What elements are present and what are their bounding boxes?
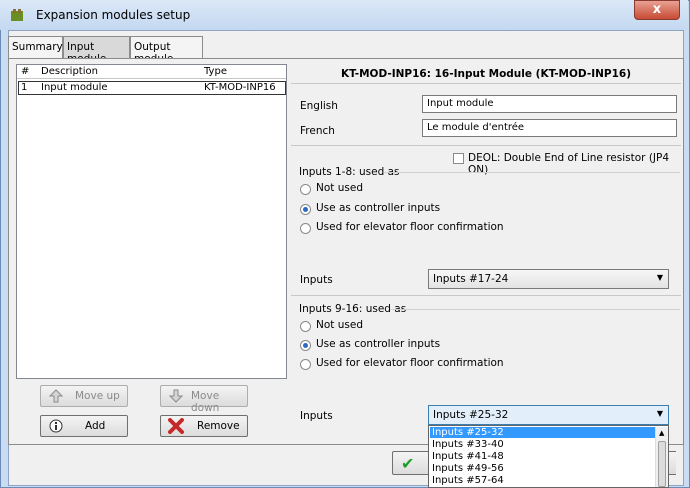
group2-line <box>390 309 680 310</box>
app-icon <box>11 9 23 21</box>
english-name-field[interactable]: Input module <box>422 95 677 113</box>
french-name-field[interactable]: Le module d'entrée <box>422 119 677 137</box>
group2-option-label: Use as controller inputs <box>316 338 441 350</box>
group2-option-label: Used for elevator floor confirmation <box>316 357 504 369</box>
row-description: Input module <box>41 82 108 93</box>
french-label: French <box>300 125 335 137</box>
scroll-thumb[interactable] <box>658 441 666 487</box>
group1-radio-not-used[interactable] <box>300 184 311 195</box>
chevron-down-icon: ▼ <box>656 409 663 418</box>
remove-label: Remove <box>197 420 240 432</box>
dropdown-option[interactable]: Inputs #49-56 <box>430 463 656 474</box>
group2-radio-elevator[interactable] <box>300 359 311 370</box>
info-icon <box>49 419 63 433</box>
group1-inputs-value: Inputs #17-24 <box>433 273 509 285</box>
move-down-button[interactable]: Move down <box>160 385 248 414</box>
checkmark-icon: ✔ <box>401 454 415 473</box>
group1-inputs-select[interactable]: Inputs #17-24 ▼ <box>428 269 669 289</box>
title-bar[interactable]: Expansion modules setup x <box>0 0 688 30</box>
tab-input-module[interactable]: Input module <box>63 36 130 65</box>
dropdown-option[interactable]: Inputs #57-64 <box>430 475 656 486</box>
row-type: KT-MOD-INP16 <box>204 82 276 93</box>
tab-summary[interactable]: Summary <box>8 36 63 58</box>
module-list[interactable]: # Description Type 1 Input module KT-MOD… <box>16 64 287 379</box>
add-button[interactable]: Add <box>40 415 128 437</box>
column-description[interactable]: Description <box>41 66 98 77</box>
tab-output-module[interactable]: Output module <box>130 36 203 65</box>
inputs-dropdown-list[interactable]: Inputs #25-32 Inputs #33-40 Inputs #41-4… <box>428 425 669 488</box>
remove-x-icon <box>168 418 184 434</box>
row-number: 1 <box>21 82 28 93</box>
group1-option-label: Not used <box>316 182 363 194</box>
move-up-label: Move up <box>75 390 120 402</box>
dropdown-option[interactable]: Inputs #25-32 <box>430 427 656 438</box>
add-label: Add <box>85 420 106 432</box>
ok-button[interactable]: ✔ <box>392 451 432 475</box>
dropdown-option[interactable]: Inputs #33-40 <box>430 439 656 450</box>
group1-radio-elevator[interactable] <box>300 223 311 234</box>
group2-inputs-value: Inputs #25-32 <box>433 409 509 421</box>
separator <box>291 295 681 296</box>
dropdown-scrollbar[interactable]: ▲ <box>655 427 668 487</box>
deol-checkbox[interactable] <box>453 153 464 164</box>
arrow-down-icon <box>169 389 183 403</box>
list-row[interactable]: 1 Input module KT-MOD-INP16 <box>18 81 286 95</box>
group1-option-label: Use as controller inputs <box>316 202 441 214</box>
group2-option-label: Not used <box>316 319 363 331</box>
arrow-up-icon <box>49 389 63 403</box>
column-type[interactable]: Type <box>204 66 227 77</box>
group2-inputs-select[interactable]: Inputs #25-32 ▼ <box>428 405 669 425</box>
window-title: Expansion modules setup <box>36 8 191 22</box>
group1-line <box>384 172 680 173</box>
scroll-up-icon[interactable]: ▲ <box>659 429 664 437</box>
chevron-down-icon: ▼ <box>656 273 663 282</box>
move-up-button[interactable]: Move up <box>40 385 128 407</box>
group2-radio-controller[interactable] <box>300 340 311 351</box>
move-down-label: Move down <box>191 390 220 414</box>
group2-inputs-label: Inputs <box>300 410 333 422</box>
dropdown-option[interactable]: Inputs #41-48 <box>430 451 656 462</box>
group1-radio-controller[interactable] <box>300 204 311 215</box>
module-title: KT-MOD-INP16: 16-Input Module (KT-MOD-IN… <box>291 64 681 84</box>
column-number[interactable]: # <box>21 66 29 77</box>
close-button[interactable]: x <box>634 0 680 20</box>
group1-inputs-label: Inputs <box>300 274 333 286</box>
english-label: English <box>300 100 338 112</box>
list-header: # Description Type <box>17 65 286 79</box>
separator <box>291 145 681 146</box>
group1-option-label: Used for elevator floor confirmation <box>316 221 504 233</box>
remove-button[interactable]: Remove <box>160 415 248 437</box>
group2-radio-not-used[interactable] <box>300 321 311 332</box>
